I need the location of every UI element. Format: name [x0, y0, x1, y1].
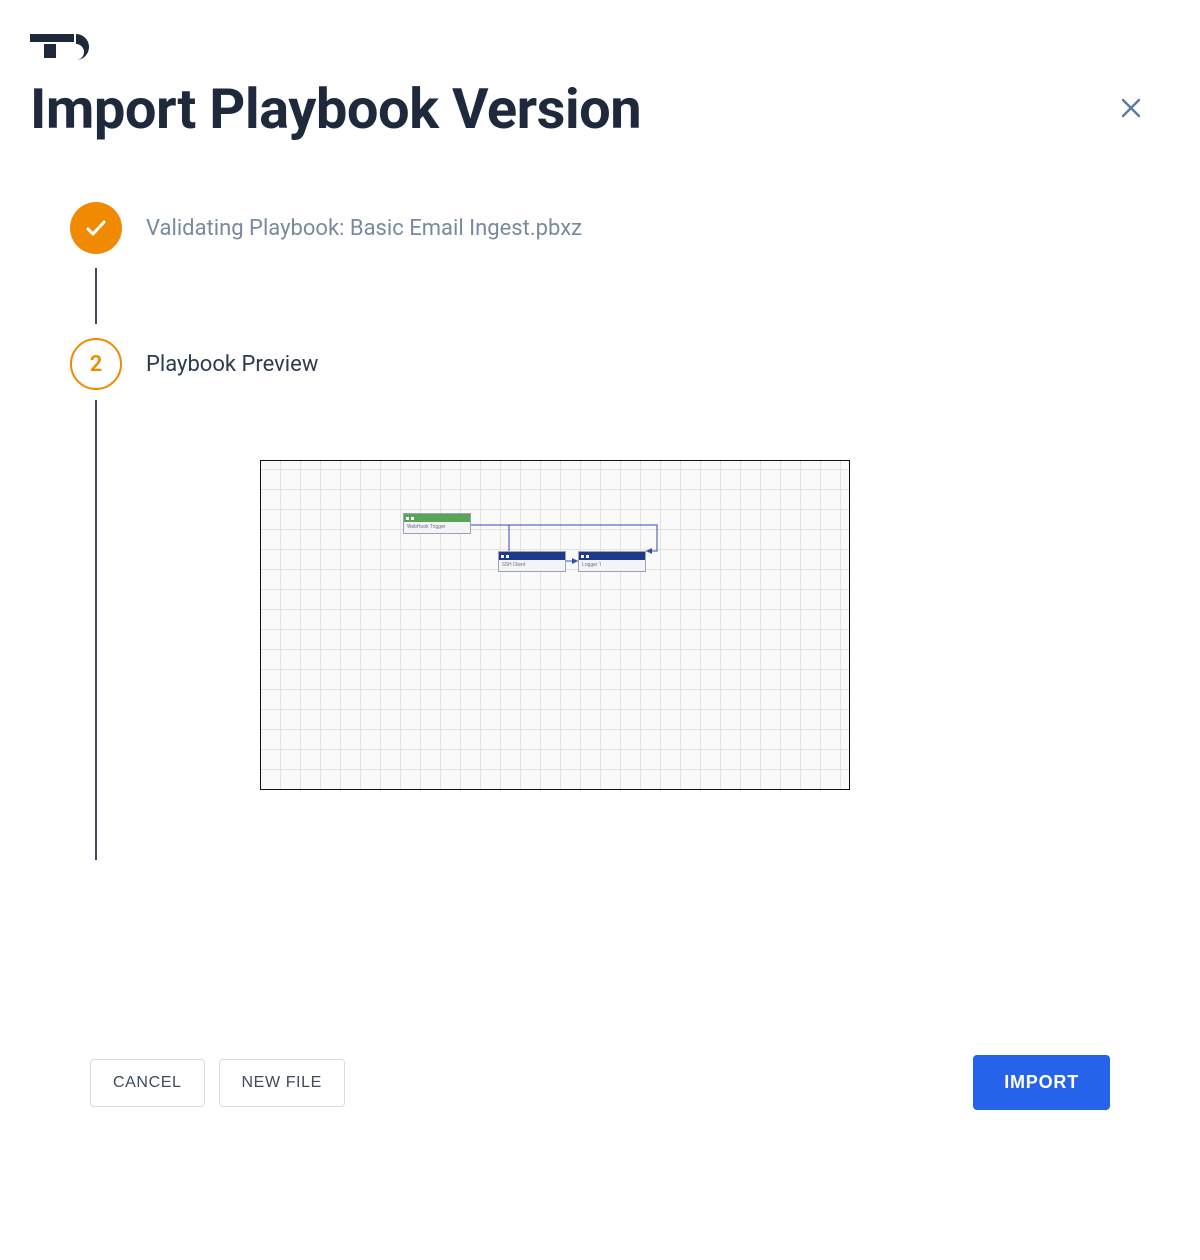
cancel-button[interactable]: CANCEL — [90, 1059, 205, 1107]
preview-node-client: SSH Client — [498, 551, 566, 572]
import-button[interactable]: IMPORT — [973, 1055, 1110, 1110]
preview-node-logger-label: Logger 1 — [579, 560, 645, 571]
step-connector — [95, 400, 97, 860]
step-number-badge: 2 — [70, 338, 122, 390]
step-preview: 2 Playbook Preview — [70, 338, 1130, 390]
page-title: Import Playbook Version — [30, 76, 641, 142]
preview-node-trigger: WebHook Trigger — [403, 513, 471, 534]
playbook-preview-canvas: WebHook Trigger SSH Client Logger 1 — [260, 460, 850, 790]
step-validating-label: Validating Playbook: Basic Email Ingest.… — [146, 216, 582, 241]
close-icon[interactable] — [1112, 85, 1150, 134]
preview-node-client-label: SSH Client — [499, 560, 565, 571]
preview-node-logger: Logger 1 — [578, 551, 646, 572]
app-logo — [30, 30, 1170, 64]
preview-node-trigger-label: WebHook Trigger — [404, 522, 470, 533]
step-validating: Validating Playbook: Basic Email Ingest.… — [70, 202, 1130, 254]
check-icon — [70, 202, 122, 254]
step-preview-label: Playbook Preview — [146, 352, 318, 377]
step-connector — [95, 268, 97, 324]
new-file-button[interactable]: NEW FILE — [219, 1059, 345, 1107]
